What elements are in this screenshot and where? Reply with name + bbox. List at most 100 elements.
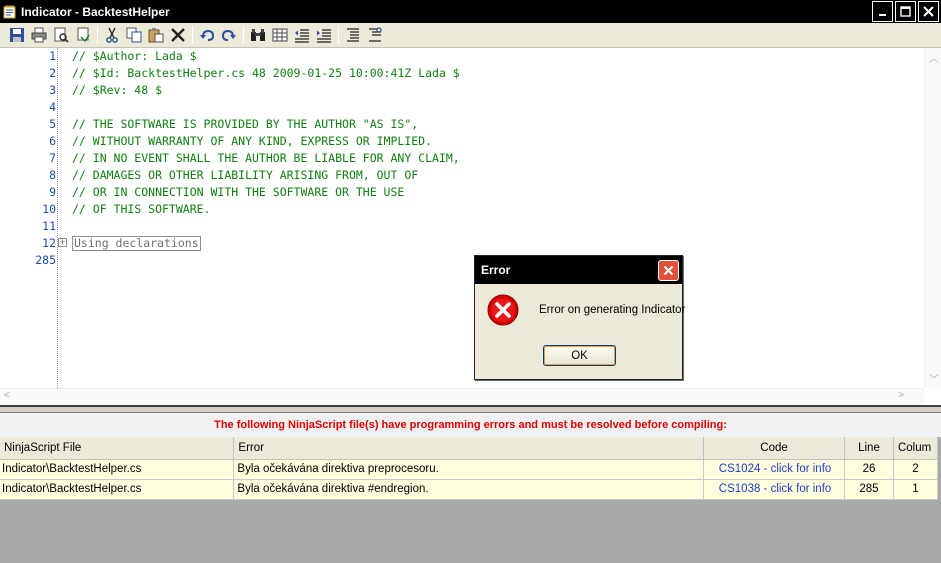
line-number: 3: [49, 83, 56, 97]
error-column: 2: [893, 459, 939, 480]
cut-button[interactable]: [101, 24, 123, 46]
grid-icon: [272, 28, 288, 42]
code-editor[interactable]: 1 2 3 4 5 6 7 8 9 10 11 12 285 + // $Aut…: [0, 48, 941, 405]
dialog-title-bar[interactable]: Error: [475, 256, 682, 284]
indent-button[interactable]: [313, 24, 335, 46]
error-icon: [487, 294, 519, 326]
delete-icon: [171, 28, 185, 42]
main-window: Indicator - BacktestHelper 1 2 3 4 5 6 7…: [0, 0, 941, 563]
column-header-line[interactable]: Line: [844, 437, 894, 460]
ok-button[interactable]: OK: [543, 345, 616, 366]
comment-lines-icon: [347, 28, 359, 42]
column-header-error[interactable]: Error: [233, 437, 705, 460]
outdent-icon: [295, 29, 309, 43]
dialog-title: Error: [481, 263, 511, 277]
paste-button[interactable]: [145, 24, 167, 46]
toolbar-separator: [338, 26, 339, 44]
page-setup-icon: [77, 27, 90, 43]
table-row[interactable]: Indicator\BacktestHelper.cs Byla očekává…: [0, 459, 939, 480]
save-icon: [10, 28, 24, 42]
column-header-code[interactable]: Code: [703, 437, 845, 460]
error-heading: The following NinjaScript file(s) have p…: [0, 413, 941, 437]
options-button[interactable]: [72, 24, 94, 46]
panel-splitter[interactable]: [0, 405, 941, 413]
column-header-file[interactable]: NinjaScript File: [0, 437, 235, 460]
line-number: 285: [35, 253, 56, 267]
code-line: // DAMAGES OR OTHER LIABILITY ARISING FR…: [72, 168, 419, 182]
line-number: 8: [49, 168, 56, 182]
toolbar-separator: [97, 26, 98, 44]
save-button[interactable]: [6, 24, 28, 46]
column-header-column[interactable]: Colum: [893, 437, 939, 460]
code-line: // THE SOFTWARE IS PROVIDED BY THE AUTHO…: [72, 117, 419, 131]
close-button[interactable]: [918, 1, 939, 22]
redo-button[interactable]: [218, 24, 240, 46]
copy-button[interactable]: [123, 24, 145, 46]
error-dialog: Error Error on generating Indicator OK: [474, 255, 685, 380]
close-icon: [663, 265, 674, 276]
line-number: 6: [49, 134, 56, 148]
fold-margin: [57, 48, 58, 388]
error-message: Byla očekávána direktiva preprocesoru.: [233, 459, 705, 480]
horizontal-scrollbar[interactable]: < >: [0, 388, 924, 405]
close-icon: [923, 6, 934, 17]
error-line: 26: [844, 459, 894, 480]
minimize-icon: [879, 14, 886, 16]
uncomment-lines-icon: [369, 27, 382, 42]
scroll-left-icon[interactable]: <: [4, 390, 10, 401]
fold-expand-icon[interactable]: +: [58, 238, 67, 247]
dialog-close-button[interactable]: [658, 260, 679, 281]
binoculars-icon: [251, 29, 265, 41]
line-number: 11: [42, 219, 56, 233]
toolbar-separator: [243, 26, 244, 44]
maximize-button[interactable]: [895, 1, 916, 22]
toolbar-separator: [192, 26, 193, 44]
print-preview-button[interactable]: [50, 24, 72, 46]
minimize-button[interactable]: [872, 1, 893, 22]
undo-icon: [200, 29, 215, 41]
line-number: 10: [42, 202, 56, 216]
code-line: // OF THIS SOFTWARE.: [72, 202, 211, 216]
undo-button[interactable]: [196, 24, 218, 46]
scroll-right-icon[interactable]: >: [898, 390, 904, 401]
error-column: 1: [893, 479, 939, 500]
error-table: NinjaScript File Error Code Line Colum I…: [0, 437, 939, 500]
line-number: 2: [49, 66, 56, 80]
line-number: 1: [49, 49, 56, 63]
scroll-down-icon[interactable]: ﹀: [929, 371, 939, 386]
table-row[interactable]: Indicator\BacktestHelper.cs Byla očekává…: [0, 479, 939, 500]
outdent-button[interactable]: [291, 24, 313, 46]
line-number: 5: [49, 117, 56, 131]
error-file: Indicator\BacktestHelper.cs: [0, 479, 235, 500]
cut-icon: [106, 27, 118, 43]
delete-button[interactable]: [167, 24, 189, 46]
print-preview-icon: [54, 27, 69, 43]
error-code-link[interactable]: CS1038 - click for info: [703, 479, 845, 500]
toolbar: [0, 23, 941, 48]
vertical-scrollbar[interactable]: ︿ ﹀: [924, 48, 941, 388]
error-panel: The following NinjaScript file(s) have p…: [0, 413, 941, 563]
redo-icon: [221, 29, 236, 41]
error-message: Byla očekávána direktiva #endregion.: [233, 479, 705, 500]
error-code-link[interactable]: CS1024 - click for info: [703, 459, 845, 480]
line-number: 9: [49, 185, 56, 199]
collapsed-region[interactable]: Using declarations: [72, 236, 201, 251]
print-button[interactable]: [28, 24, 50, 46]
line-number-gutter: 1 2 3 4 5 6 7 8 9 10 11 12 285: [0, 48, 56, 388]
code-line: // $Rev: 48 $: [72, 83, 163, 97]
find-button[interactable]: [247, 24, 269, 46]
line-number: 4: [49, 100, 56, 114]
title-bar[interactable]: Indicator - BacktestHelper: [0, 0, 941, 23]
line-number: 7: [49, 151, 56, 165]
code-line: // $Author: Lada $: [72, 49, 197, 63]
replace-button[interactable]: [269, 24, 291, 46]
copy-icon: [126, 27, 142, 43]
uncomment-button[interactable]: [364, 24, 386, 46]
error-file: Indicator\BacktestHelper.cs: [0, 459, 235, 480]
paste-icon: [148, 28, 164, 43]
table-header-row: NinjaScript File Error Code Line Colum: [0, 437, 939, 460]
comment-button[interactable]: [342, 24, 364, 46]
error-line: 285: [844, 479, 894, 500]
code-line: // $Id: BacktestHelper.cs 48 2009-01-25 …: [72, 66, 460, 80]
scroll-up-icon[interactable]: ︿: [929, 50, 939, 65]
